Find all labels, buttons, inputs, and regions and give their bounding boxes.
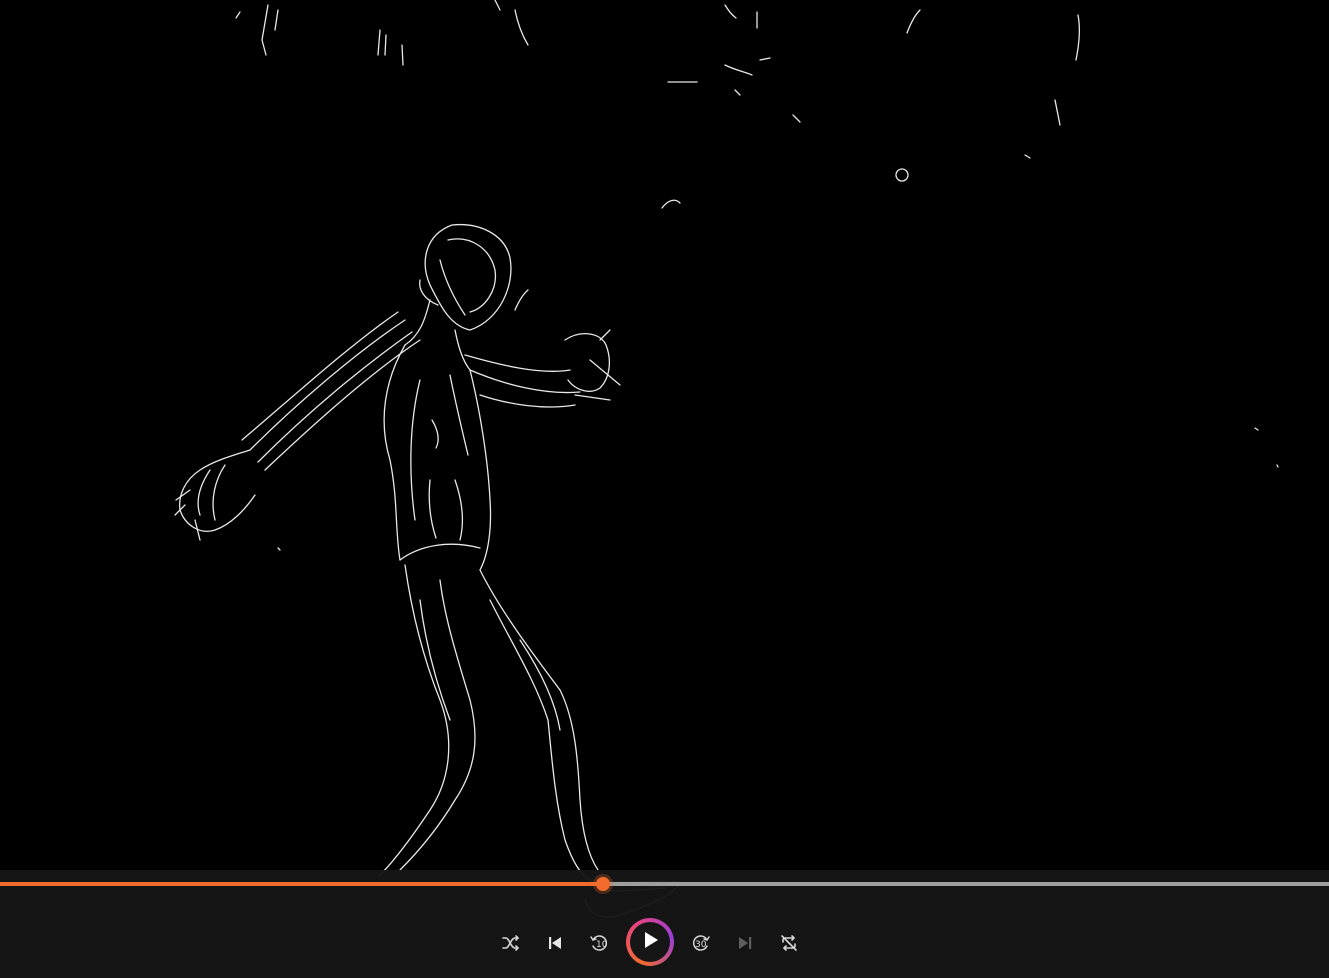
forward-button[interactable]: 30 bbox=[686, 928, 716, 958]
repeat-button[interactable] bbox=[774, 928, 804, 958]
repeat-off-icon bbox=[779, 933, 799, 953]
play-icon bbox=[640, 930, 660, 954]
rewind-button[interactable]: 10 bbox=[584, 928, 614, 958]
edge-figure bbox=[174, 0, 1279, 918]
forward-label: 30 bbox=[695, 940, 707, 950]
video-frame[interactable] bbox=[0, 0, 1329, 978]
play-button[interactable] bbox=[626, 918, 674, 966]
progress-thumb[interactable] bbox=[596, 877, 610, 891]
shuffle-button[interactable] bbox=[496, 928, 526, 958]
rewind-label: 10 bbox=[596, 940, 608, 950]
play-button-inner bbox=[630, 922, 670, 962]
forward-30-icon: 30 bbox=[690, 932, 712, 954]
media-player: 10 30 bbox=[0, 0, 1329, 978]
previous-button[interactable] bbox=[540, 928, 570, 958]
skip-previous-icon bbox=[545, 933, 565, 953]
next-button[interactable] bbox=[730, 928, 760, 958]
progress-bar[interactable] bbox=[0, 877, 1329, 891]
progress-fill bbox=[0, 882, 603, 886]
skip-next-icon bbox=[735, 933, 755, 953]
rewind-10-icon: 10 bbox=[588, 932, 610, 954]
shuffle-icon bbox=[501, 933, 521, 953]
